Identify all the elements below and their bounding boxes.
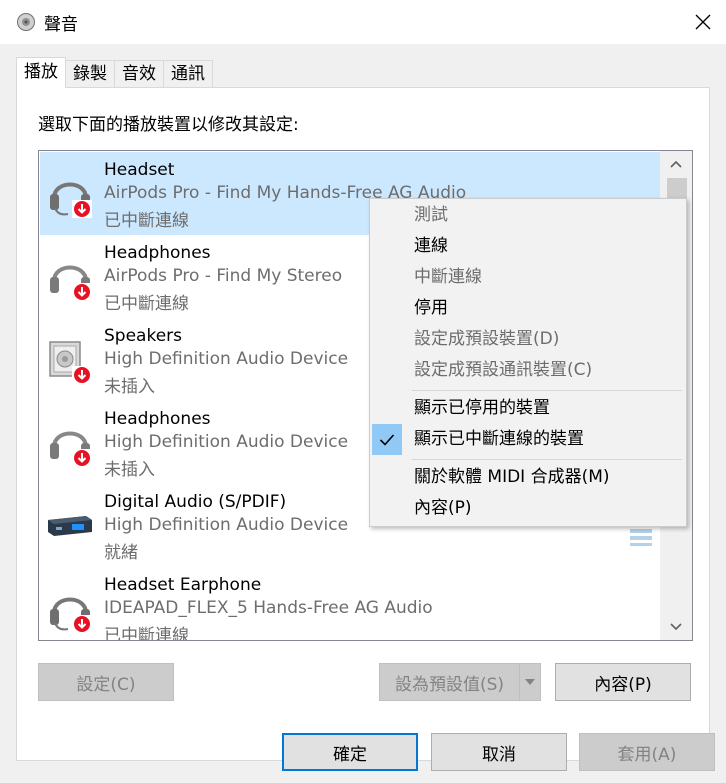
digital-audio-icon xyxy=(46,502,94,550)
window-title: 聲音 xyxy=(44,15,78,35)
headset-icon xyxy=(46,170,94,218)
device-name: Speakers xyxy=(104,326,183,346)
scroll-down-button[interactable] xyxy=(660,614,692,640)
device-description: High Definition Audio Device xyxy=(104,515,349,535)
apply-button[interactable]: 套用(A) xyxy=(579,733,715,771)
menu-item-properties[interactable]: 內容(P) xyxy=(371,493,685,524)
device-status: 已中斷連線 xyxy=(104,294,189,314)
menu-item-connect[interactable]: 連線 xyxy=(371,231,685,262)
device-name: Headphones xyxy=(104,243,211,263)
menu-separator xyxy=(412,390,682,391)
context-menu: 測試 連線 中斷連線 停用 設定成預設裝置(D) 設定成預設通訊裝置(C) 顯示… xyxy=(369,198,687,527)
scroll-up-button[interactable] xyxy=(660,151,692,177)
chevron-down-icon xyxy=(670,623,682,631)
set-default-button[interactable]: 設為預設值(S) xyxy=(379,663,520,701)
menu-item-test[interactable]: 測試 xyxy=(371,200,685,231)
headphones-icon xyxy=(46,253,94,301)
device-status: 未插入 xyxy=(104,377,155,397)
device-description: IDEAPAD_FLEX_5 Hands-Free AG Audio xyxy=(104,598,433,618)
device-name: Headset Earphone xyxy=(104,575,262,595)
device-name: Digital Audio (S/PDIF) xyxy=(104,492,287,512)
properties-button[interactable]: 內容(P) xyxy=(555,663,691,701)
device-status: 已中斷連線 xyxy=(104,626,189,641)
device-status: 就緒 xyxy=(104,543,138,563)
tab-sounds[interactable]: 音效 xyxy=(114,60,164,88)
device-item[interactable]: Headset Earphone IDEAPAD_FLEX_5 Hands-Fr… xyxy=(40,567,661,641)
configure-button[interactable]: 設定(C) xyxy=(38,663,174,701)
device-description: High Definition Audio Device xyxy=(104,432,349,452)
device-name: Headphones xyxy=(104,409,211,429)
device-name: Headset xyxy=(104,160,175,180)
device-status: 未插入 xyxy=(104,460,155,480)
tab-communications[interactable]: 通訊 xyxy=(163,60,213,88)
menu-item-disable[interactable]: 停用 xyxy=(371,293,685,324)
tab-playback[interactable]: 播放 xyxy=(16,57,66,88)
cancel-button[interactable]: 取消 xyxy=(431,733,567,771)
speaker-app-icon xyxy=(16,12,36,32)
device-description: AirPods Pro - Find My Stereo xyxy=(104,266,343,286)
tab-recording[interactable]: 錄製 xyxy=(65,60,115,88)
title-bar: 聲音 xyxy=(0,0,726,44)
menu-item-show-disconnected[interactable]: 顯示已中斷連線的裝置 xyxy=(371,424,685,455)
menu-item-set-default-device[interactable]: 設定成預設裝置(D) xyxy=(371,324,685,355)
chevron-down-icon xyxy=(525,679,535,685)
close-button[interactable] xyxy=(680,0,726,44)
device-description: High Definition Audio Device xyxy=(104,349,349,369)
headphones-icon xyxy=(46,419,94,467)
set-default-dropdown-button[interactable] xyxy=(519,663,541,701)
menu-item-about-midi[interactable]: 關於軟體 MIDI 合成器(M) xyxy=(371,462,685,493)
ok-button[interactable]: 確定 xyxy=(282,733,418,771)
headset-icon xyxy=(46,585,94,633)
menu-separator xyxy=(412,459,682,460)
tab-strip: 播放 錄製 音效 通訊 xyxy=(16,57,213,88)
menu-item-disconnect[interactable]: 中斷連線 xyxy=(371,262,685,293)
chevron-up-icon xyxy=(670,160,682,168)
instruction-text: 選取下面的播放裝置以修改其設定: xyxy=(38,115,299,135)
device-status: 已中斷連線 xyxy=(104,211,189,231)
close-icon xyxy=(695,14,711,30)
speaker-icon xyxy=(46,336,94,384)
menu-item-set-default-comm-device[interactable]: 設定成預設通訊裝置(C) xyxy=(371,355,685,386)
menu-item-show-disabled[interactable]: 顯示已停用的裝置 xyxy=(371,393,685,424)
